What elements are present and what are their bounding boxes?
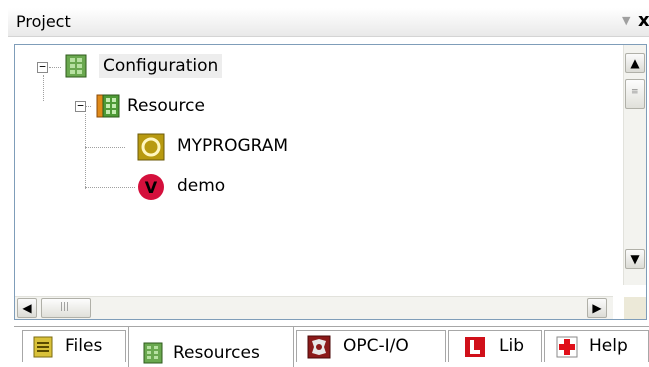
scroll-right-button[interactable]: ▶: [587, 298, 607, 318]
tab-help[interactable]: Help: [544, 330, 649, 362]
vertical-scroll-thumb[interactable]: ≡: [625, 79, 645, 109]
tree-node-configuration[interactable]: Configuration: [99, 54, 223, 78]
tree-connector: [85, 187, 135, 188]
tree-connector: [49, 67, 61, 68]
help-icon: [556, 336, 578, 358]
grip-icon: ≡: [631, 87, 639, 97]
tree-connector: [85, 147, 125, 148]
collapse-resource-button[interactable]: −: [75, 100, 86, 112]
svg-text:V: V: [145, 178, 158, 197]
project-tree: − Configuration − Resource MYPROGRAM V d…: [15, 45, 613, 285]
panel-title: Project: [16, 12, 71, 31]
scrollbar-corner: [624, 297, 646, 319]
tab-help-label: Help: [589, 336, 628, 356]
tab-files-label: Files: [65, 336, 103, 356]
tree-node-myprogram[interactable]: MYPROGRAM: [177, 136, 288, 156]
tab-lib[interactable]: Lib: [448, 330, 542, 362]
tab-opc-io[interactable]: OPC-I/O: [296, 330, 446, 362]
tab-files[interactable]: Files: [22, 330, 126, 362]
vertical-scrollbar[interactable]: ▲ ≡ ▼: [623, 45, 646, 285]
tab-resources-label: Resources: [173, 343, 260, 363]
scroll-up-button[interactable]: ▲: [625, 53, 645, 73]
tab-lib-label: Lib: [499, 336, 524, 356]
lib-icon: [465, 337, 485, 357]
program-icon: [137, 133, 165, 161]
files-icon: [33, 336, 53, 358]
opc-io-icon: [307, 335, 331, 359]
tab-opc-io-label: OPC-I/O: [343, 336, 409, 356]
close-button[interactable]: x: [638, 10, 649, 31]
horizontal-scrollbar[interactable]: ◀ ||| ▶: [15, 296, 613, 319]
tree-connector: [43, 75, 44, 101]
collapse-configuration-button[interactable]: −: [37, 61, 48, 73]
variables-icon: V: [138, 174, 164, 200]
tree-node-demo[interactable]: demo: [177, 176, 225, 196]
project-tree-panel: − Configuration − Resource MYPROGRAM V d…: [14, 44, 647, 320]
scroll-down-button[interactable]: ▼: [625, 249, 645, 269]
tab-resources[interactable]: Resources: [128, 326, 294, 367]
resources-icon: [143, 342, 163, 364]
tab-strip-divider: [14, 326, 649, 327]
scroll-left-button[interactable]: ◀: [17, 298, 37, 318]
grip-icon: |||: [60, 302, 70, 312]
pin-down-arrow-icon[interactable]: ▼: [622, 14, 630, 27]
configuration-icon: [65, 54, 87, 78]
tree-connector: [85, 114, 86, 189]
tab-strip: Files Resources OPC-I/O Lib Help: [14, 322, 649, 367]
tree-node-resource[interactable]: Resource: [127, 96, 205, 116]
horizontal-scroll-thumb[interactable]: |||: [41, 298, 91, 318]
resource-icon: [96, 94, 120, 118]
panel-titlebar: Project ▼ x: [8, 8, 649, 37]
